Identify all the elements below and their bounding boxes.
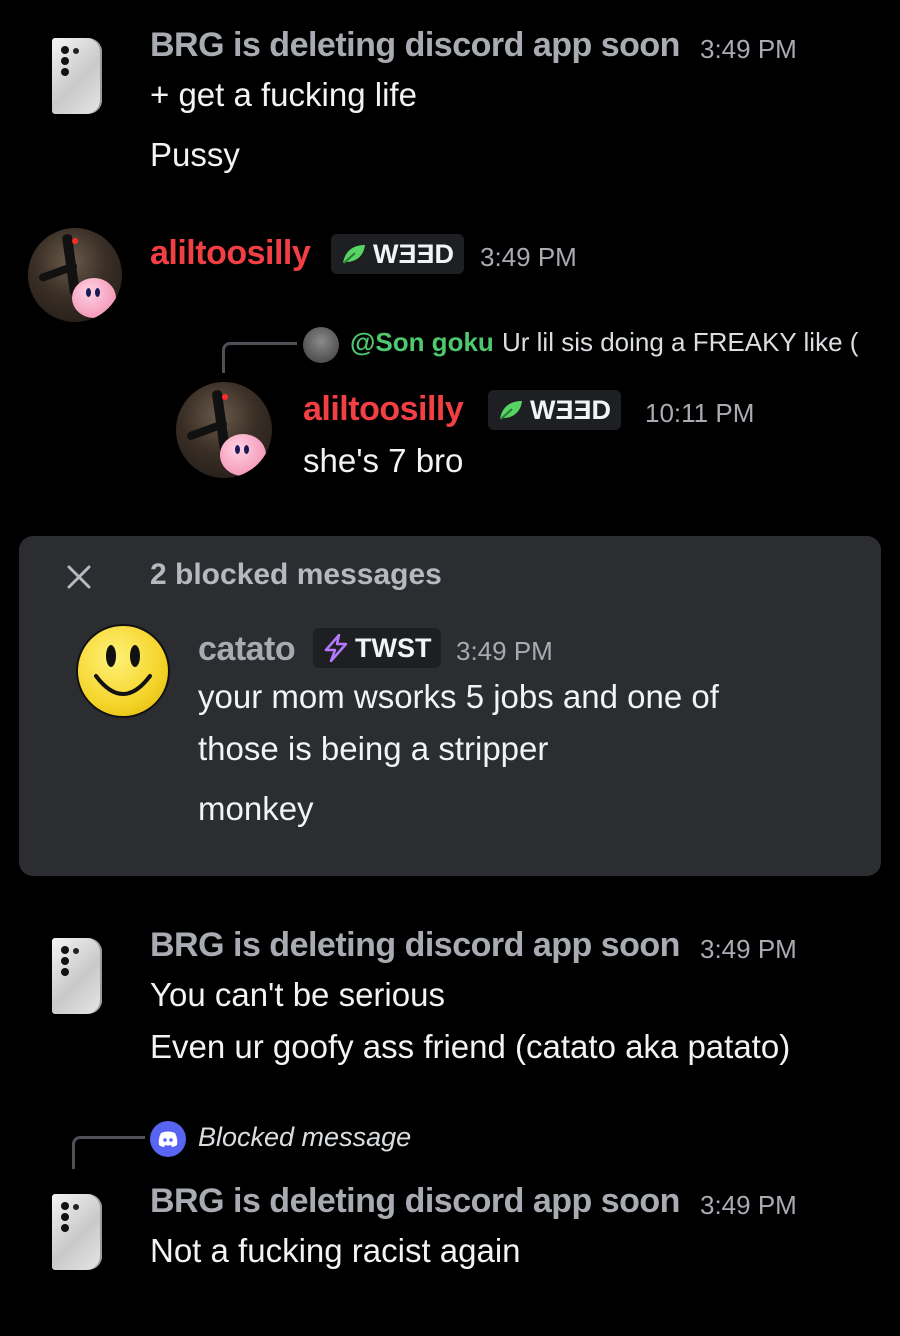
timestamp: 3:49 PM [456, 636, 553, 666]
role-badge[interactable]: WƎƎD [331, 234, 464, 274]
message-text: Even ur goofy ass friend (catato aka pat… [150, 1028, 791, 1065]
discord-icon [150, 1121, 186, 1157]
message-text: Pussy [150, 136, 240, 173]
reply-mention[interactable]: @Son goku [350, 327, 494, 358]
avatar-son-goku[interactable] [303, 327, 339, 363]
camera-icon [57, 46, 73, 76]
blocked-message-reply[interactable]: Blocked message [198, 1122, 411, 1153]
leaf-icon [500, 401, 522, 420]
message-text: + get a fucking life [150, 76, 417, 113]
role-badge[interactable]: TWST [313, 628, 442, 668]
leaf-icon [343, 245, 365, 264]
timestamp: 3:49 PM [700, 1190, 797, 1220]
avatar-brg[interactable] [52, 38, 102, 114]
reply-spine [72, 1136, 145, 1169]
timestamp: 3:49 PM [480, 242, 577, 272]
author-name[interactable]: aliltoosilly [303, 390, 464, 429]
camera-icon [57, 1202, 73, 1232]
reply-preview[interactable]: Ur lil sis doing a FREAKY like ( [502, 327, 874, 358]
timestamp: 10:11 PM [645, 398, 755, 428]
bolt-icon [324, 634, 348, 662]
reply-spine [222, 342, 297, 373]
message-text: those is being a stripper [198, 730, 549, 767]
message-text: You can't be serious [150, 976, 445, 1013]
avatar-aliltoosilly[interactable] [176, 382, 272, 478]
author-name[interactable]: BRG is deleting discord app soon [150, 926, 680, 965]
role-badge-label: WƎƎD [530, 394, 611, 425]
smiley-icon [94, 645, 152, 696]
timestamp: 3:49 PM [700, 934, 797, 964]
message-text: Not a fucking racist again [150, 1232, 521, 1269]
message-text: she's 7 bro [303, 442, 464, 479]
role-badge-label: WƎƎD [373, 238, 454, 269]
author-name[interactable]: BRG is deleting discord app soon [150, 26, 680, 65]
timestamp: 3:49 PM [700, 34, 797, 64]
avatar-brg[interactable] [52, 1194, 102, 1270]
avatar-aliltoosilly[interactable] [28, 228, 122, 322]
camera-icon [57, 946, 73, 976]
blocked-messages-title[interactable]: 2 blocked messages [150, 558, 442, 592]
author-name[interactable]: aliltoosilly [150, 234, 311, 273]
role-badge[interactable]: WƎƎD [488, 390, 621, 430]
avatar-brg[interactable] [52, 938, 102, 1014]
avatar-catato[interactable] [76, 624, 170, 718]
close-icon[interactable] [64, 562, 94, 597]
message-text: monkey [198, 790, 314, 827]
role-badge-label: TWST [355, 632, 432, 663]
author-name[interactable]: catato [198, 630, 296, 669]
author-name[interactable]: BRG is deleting discord app soon [150, 1182, 680, 1221]
message-text: your mom wsorks 5 jobs and one of [198, 678, 719, 715]
